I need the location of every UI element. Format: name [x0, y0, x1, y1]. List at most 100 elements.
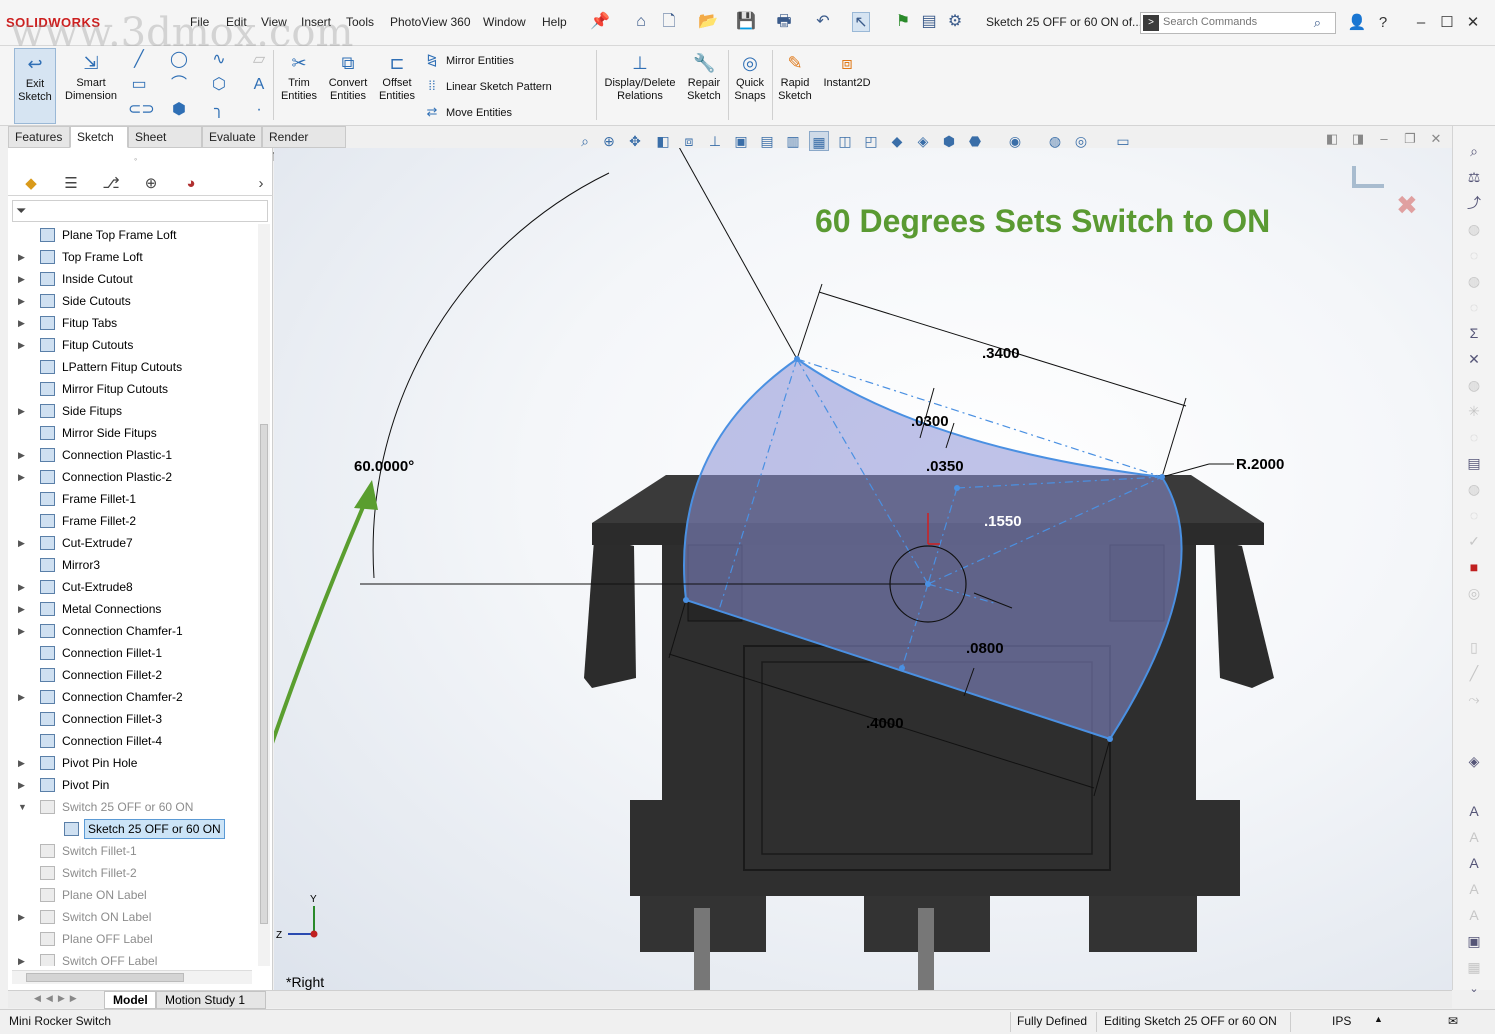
menu-photoview[interactable]: PhotoView 360	[390, 15, 471, 29]
isometric-view-icon[interactable]: ◰	[861, 131, 881, 151]
tab-features[interactable]: Features	[8, 126, 70, 148]
task-explorer-icon[interactable]: ⤴	[1463, 192, 1485, 214]
edit-appearance-icon[interactable]: ◎	[1071, 131, 1091, 151]
scene-icon[interactable]: ◍	[1045, 131, 1065, 151]
expand-arrow-icon[interactable]: ▶	[18, 532, 28, 554]
task-item-29-icon[interactable]: ▦	[1463, 956, 1485, 978]
file-properties-icon[interactable]: ▤	[920, 12, 938, 32]
task-resources-icon[interactable]: ⌕	[1463, 140, 1485, 162]
menu-edit[interactable]: Edit	[226, 15, 247, 29]
tree-item[interactable]: ▶ Connection Chamfer-1	[12, 620, 258, 642]
undo-icon[interactable]: ↶	[814, 12, 832, 32]
status-units[interactable]: IPS	[1332, 1014, 1351, 1028]
maximize-button[interactable]: ☐	[1436, 12, 1458, 34]
menu-insert[interactable]: Insert	[301, 15, 331, 29]
tree-scroll-thumb[interactable]	[260, 424, 268, 924]
tree-item[interactable]: ▶ Fitup Cutouts	[12, 334, 258, 356]
tab-render-tools[interactable]: Render Tools	[262, 126, 346, 164]
dimension-0350[interactable]: .0350	[926, 458, 964, 475]
tree-item[interactable]: Switch Fillet-2	[12, 862, 258, 884]
tree-item[interactable]: ▶ Switch OFF Label	[12, 950, 258, 966]
task-item-6-icon[interactable]: ◍	[1463, 270, 1485, 292]
task-item-11-icon[interactable]: ✳	[1463, 400, 1485, 422]
task-item-23-icon[interactable]: A	[1463, 800, 1485, 822]
viewport-minimize-icon[interactable]: –	[1374, 131, 1394, 151]
task-item-9-icon[interactable]: ✕	[1463, 348, 1485, 370]
task-item-15-icon[interactable]: ◌	[1463, 504, 1485, 526]
tab-evaluate[interactable]: Evaluate	[202, 126, 262, 148]
viewport-split-right-icon[interactable]: ◨	[1348, 131, 1368, 151]
wireframe-view-icon[interactable]: ▦	[809, 131, 829, 151]
task-item-12-icon[interactable]: ◌	[1463, 426, 1485, 448]
sketch-point-left[interactable]	[683, 597, 689, 603]
slot-icon[interactable]: ⊂⊃	[128, 100, 155, 120]
tree-item[interactable]: Connection Fillet-4	[12, 730, 258, 752]
rectangle-icon[interactable]: ▭	[128, 75, 150, 95]
hidden-lines-icon[interactable]: ◫	[835, 131, 855, 151]
tree-item[interactable]: ▶ Side Cutouts	[12, 290, 258, 312]
pin-icon[interactable]: 📌	[590, 12, 610, 32]
task-item-4-icon[interactable]: ◍	[1463, 218, 1485, 240]
tree-horizontal-scrollbar[interactable]	[12, 970, 252, 984]
polygon-icon[interactable]: ⬡	[208, 75, 230, 95]
circle-icon[interactable]: ◯	[168, 50, 190, 70]
tab-model[interactable]: Model	[104, 991, 156, 1009]
mirror-entities-button[interactable]: ⧎ Mirror Entities	[424, 52, 514, 68]
tree-item[interactable]: ▶ Side Fitups	[12, 400, 258, 422]
tree-hscroll-thumb[interactable]	[26, 973, 184, 982]
expand-arrow-icon[interactable]: ▶	[18, 752, 28, 774]
zoom-area-icon[interactable]: ⊕	[599, 131, 619, 151]
task-item-22-icon[interactable]: ◈	[1463, 750, 1485, 772]
shaded-icon[interactable]: ◆	[887, 131, 907, 151]
offset-entities-button[interactable]: ⊏ Offset Entities	[374, 48, 420, 124]
tree-item[interactable]: Mirror Fitup Cutouts	[12, 378, 258, 400]
arc-icon[interactable]: ⌒	[168, 75, 190, 95]
tree-item[interactable]: Mirror3	[12, 554, 258, 576]
right-view-icon[interactable]: ▥	[783, 131, 803, 151]
tree-item[interactable]: ▶ Connection Plastic-2	[12, 466, 258, 488]
dimxpert-tab-icon[interactable]: ⊕	[138, 174, 164, 194]
rebuild-traffic-light-icon[interactable]: ⚑	[894, 12, 912, 32]
menu-window[interactable]: Window	[483, 15, 526, 29]
dimension-1550[interactable]: .1550	[984, 513, 1022, 530]
sketch-point-top[interactable]	[794, 356, 800, 362]
feature-tree-tab-icon[interactable]: ◆	[18, 174, 44, 194]
new-document-icon[interactable]: 🗋	[660, 12, 678, 32]
display-manager-tab-icon[interactable]: ◕	[178, 174, 204, 194]
expand-arrow-icon[interactable]: ▶	[18, 268, 28, 290]
sketch-point-center[interactable]	[925, 581, 931, 587]
sketch-point-lower[interactable]	[899, 665, 905, 671]
task-item-24-icon[interactable]: A	[1463, 826, 1485, 848]
menu-help[interactable]: Help	[542, 15, 567, 29]
sketch-point-right[interactable]	[1159, 474, 1165, 480]
move-entities-button[interactable]: ⇄ Move Entities	[424, 104, 512, 120]
task-item-26-icon[interactable]: A	[1463, 878, 1485, 900]
task-item-10-icon[interactable]: ◍	[1463, 374, 1485, 396]
shaded-edges-icon[interactable]: ◈	[913, 131, 933, 151]
expand-arrow-icon[interactable]: ▶	[18, 774, 28, 796]
tree-item[interactable]: ▶ Pivot Pin Hole	[12, 752, 258, 774]
hide-show-icon[interactable]: ⬣	[965, 131, 985, 151]
instant2d-button[interactable]: ⧈ Instant2D	[820, 48, 874, 124]
tree-item[interactable]: Plane OFF Label	[12, 928, 258, 950]
line-icon[interactable]: ╱	[128, 50, 150, 70]
task-item-13-icon[interactable]: ▤	[1463, 452, 1485, 474]
tree-item[interactable]: Connection Fillet-2	[12, 664, 258, 686]
sketch-point-bottom[interactable]	[1107, 736, 1113, 742]
menu-view[interactable]: View	[261, 15, 287, 29]
expand-arrow-icon[interactable]: ▶	[18, 950, 28, 966]
close-window-button[interactable]: ✕	[1462, 12, 1484, 34]
display-delete-relations-button[interactable]: ⊥ Display/Delete Relations	[600, 48, 680, 124]
smart-dimension-button[interactable]: ⇲ Smart Dimension	[60, 48, 122, 124]
tree-item[interactable]: ▶ Cut-Extrude8	[12, 576, 258, 598]
tabs-scroll-right-icon[interactable]: ›	[248, 174, 274, 194]
front-view-icon[interactable]: ▣	[731, 131, 751, 151]
expand-arrow-icon[interactable]: ▶	[18, 686, 28, 708]
tree-item[interactable]: ▶ Top Frame Loft	[12, 246, 258, 268]
tree-item[interactable]: Frame Fillet-2	[12, 510, 258, 532]
property-manager-tab-icon[interactable]: ☰	[58, 174, 84, 194]
task-item-16-icon[interactable]: ✓	[1463, 530, 1485, 552]
viewport-close-icon[interactable]: ✕	[1426, 131, 1446, 151]
tree-item[interactable]: Mirror Side Fitups	[12, 422, 258, 444]
appearance-icon[interactable]: ◉	[1005, 131, 1025, 151]
